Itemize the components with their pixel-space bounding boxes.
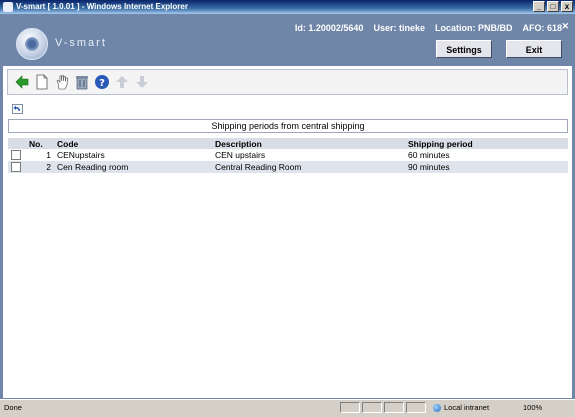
close-icon[interactable]: ✕ [561, 21, 569, 32]
header-shipping-period: Shipping period [405, 138, 568, 149]
close-window-button[interactable]: x [561, 1, 573, 12]
svg-text:?: ? [99, 78, 105, 89]
window-controls: _ □ x [533, 1, 573, 12]
row-period: 60 minutes [408, 150, 450, 160]
hand-select-icon[interactable] [54, 74, 70, 90]
status-pane [384, 402, 404, 413]
header-no: No. [26, 138, 54, 149]
delete-bin-icon[interactable] [74, 74, 90, 90]
zone-text: Local intranet [444, 403, 490, 412]
row-description: CEN upstairs [215, 150, 266, 160]
header-select [8, 138, 26, 149]
table-header-row: No. Code Description Shipping period [8, 138, 568, 149]
globe-icon [433, 403, 441, 412]
window-title: V-smart [ 1.0.01 ] - Windows Internet Ex… [16, 2, 188, 11]
table-row[interactable]: 1 CENupstairs CEN upstairs 60 minutes [8, 149, 568, 161]
header-description: Description [212, 138, 405, 149]
vsmart-logo-icon [16, 28, 48, 60]
minimize-button[interactable]: _ [533, 1, 545, 12]
table-row[interactable]: 2 Cen Reading room Central Reading Room … [8, 161, 568, 173]
help-icon[interactable]: ? [94, 74, 110, 90]
row-code: Cen Reading room [54, 161, 212, 173]
settings-button[interactable]: Settings [436, 40, 492, 58]
toolbar: ? [7, 69, 568, 95]
header-code: Code [54, 138, 212, 149]
status-pane [340, 402, 360, 413]
id-text: Id: 1.20002/5640 [294, 23, 364, 33]
row-description: Central Reading Room [212, 161, 405, 173]
status-text: Done [4, 403, 22, 412]
row-checkbox[interactable] [11, 150, 21, 161]
row-code: CENupstairs [57, 150, 105, 160]
status-pane [362, 402, 382, 413]
user-text: User: tineke [373, 23, 425, 33]
zoom-level[interactable]: 100% [523, 400, 542, 415]
security-zone: Local intranet [433, 400, 489, 415]
status-pane [406, 402, 426, 413]
window-titlebar: V-smart [ 1.0.01 ] - Windows Internet Ex… [0, 0, 575, 14]
row-checkbox[interactable] [11, 162, 21, 173]
move-up-icon[interactable] [114, 74, 130, 90]
row-checkbox-cell [8, 161, 26, 173]
app-header: V-smart Id: 1.20002/5640 User: tineke Lo… [3, 15, 572, 65]
session-info: Id: 1.20002/5640 User: tineke Location: … [295, 23, 562, 33]
row-checkbox-cell [8, 149, 26, 161]
row-period: 90 minutes [405, 161, 568, 173]
main-panel: ? Shipping periods from central shipping… [3, 66, 572, 398]
row-no: 1 [46, 150, 51, 160]
shipping-periods-table: No. Code Description Shipping period 1 C… [8, 138, 568, 173]
undo-icon[interactable] [12, 104, 23, 114]
row-no: 2 [26, 161, 54, 173]
exit-button[interactable]: Exit [506, 40, 562, 58]
new-document-icon[interactable] [34, 74, 50, 90]
maximize-button[interactable]: □ [547, 1, 559, 12]
afo-text: AFO: 618 [522, 23, 562, 33]
location-text: Location: PNB/BD [434, 23, 513, 33]
back-arrow-icon[interactable] [14, 74, 30, 90]
move-down-icon[interactable] [134, 74, 150, 90]
brand-name: V-smart [55, 37, 107, 49]
ie-app-icon [3, 2, 13, 12]
status-bar: Done Local intranet 100% [0, 399, 575, 417]
table-caption: Shipping periods from central shipping [8, 119, 568, 133]
